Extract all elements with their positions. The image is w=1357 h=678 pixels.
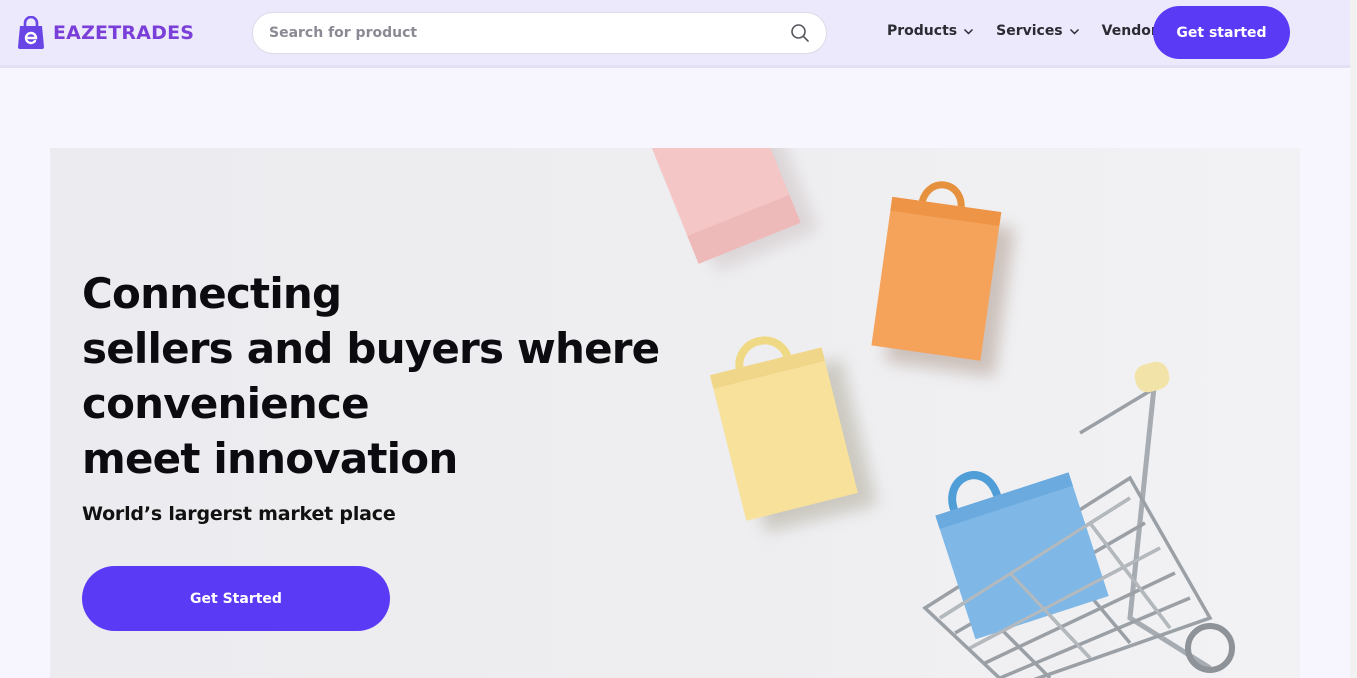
get-started-hero-button[interactable]: Get Started xyxy=(82,566,390,631)
brand-logo[interactable]: EAZETRADES xyxy=(17,16,194,50)
search-bar[interactable] xyxy=(252,12,827,54)
cart-handle xyxy=(1134,361,1170,393)
yellow-bag xyxy=(710,336,878,533)
search-icon[interactable] xyxy=(790,23,810,43)
hero-title-line: sellers and buyers where xyxy=(82,324,660,373)
nav-products-label: Products xyxy=(887,23,958,39)
search-input[interactable] xyxy=(269,25,790,41)
nav-products[interactable]: Products xyxy=(887,23,974,39)
hero-title: Connecting sellers and buyers where conv… xyxy=(82,266,682,486)
orange-bag xyxy=(871,181,1016,377)
pink-bag xyxy=(649,148,819,272)
page-scrollbar[interactable] xyxy=(1350,0,1357,678)
hero-title-line: Connecting xyxy=(82,269,342,318)
site-header: EAZETRADES Products Services Vendors Get… xyxy=(0,0,1350,68)
chevron-down-icon xyxy=(964,28,974,35)
brand-name: EAZETRADES xyxy=(53,22,195,44)
shopping-bags-cart-image xyxy=(649,148,1235,678)
hero-banner: Connecting sellers and buyers where conv… xyxy=(50,148,1300,678)
chevron-down-icon xyxy=(1069,28,1079,35)
main-nav: Products Services Vendors xyxy=(887,23,1166,39)
hero-title-line: meet innovation xyxy=(82,434,458,483)
nav-services[interactable]: Services xyxy=(996,23,1080,39)
get-started-header-button[interactable]: Get started xyxy=(1153,6,1290,59)
hero-subtitle: World’s largerst market place xyxy=(82,503,396,525)
hero-title-line: convenience xyxy=(82,379,370,428)
nav-services-label: Services xyxy=(996,23,1063,39)
shopping-bag-logo-icon xyxy=(18,16,44,49)
